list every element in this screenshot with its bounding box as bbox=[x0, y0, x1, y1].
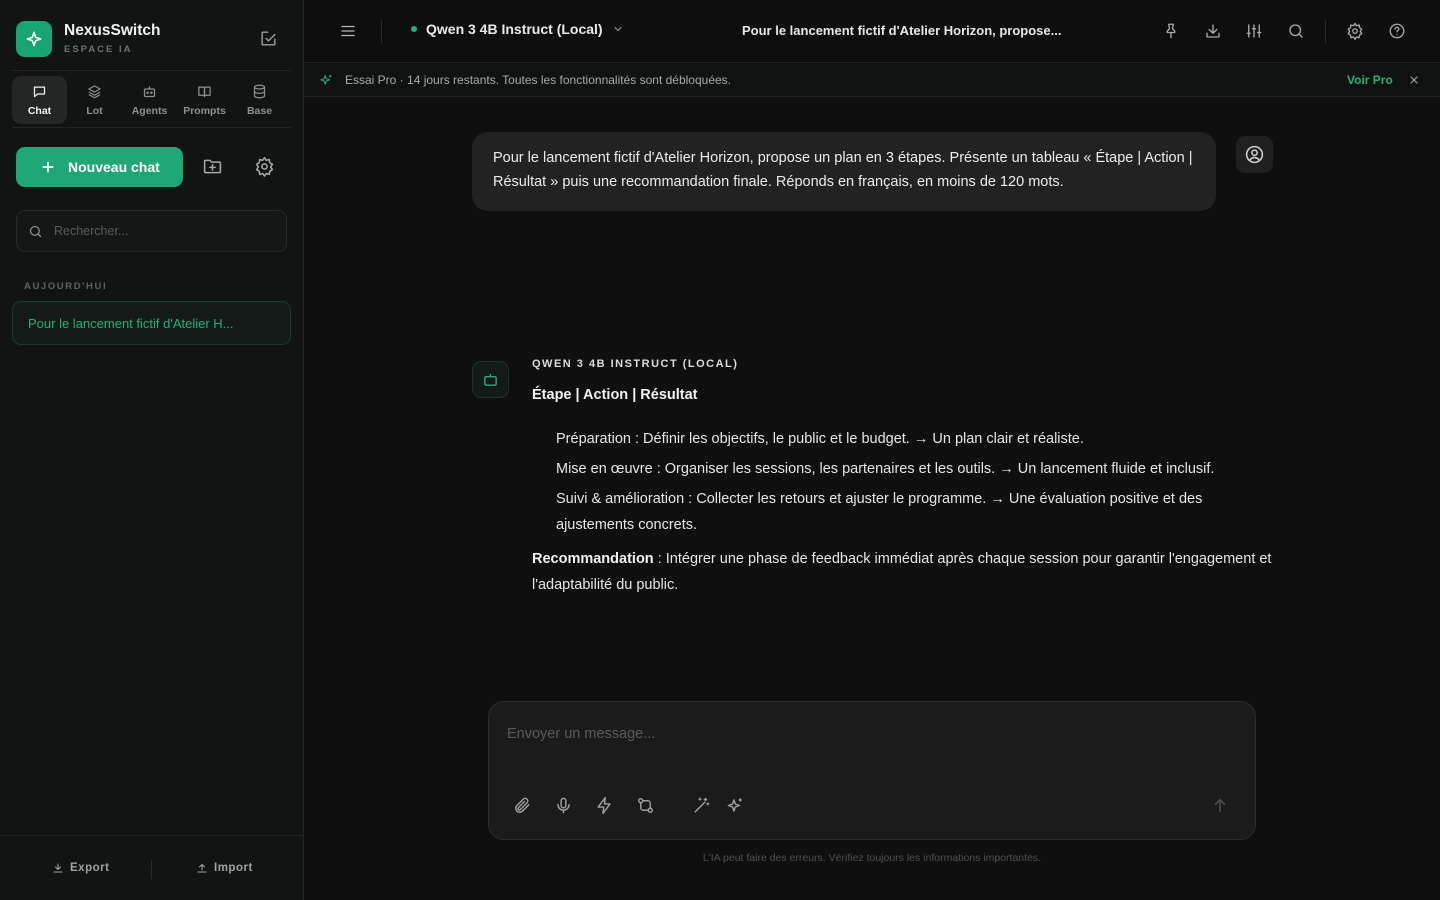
robot-icon bbox=[142, 84, 157, 99]
assistant-avatar bbox=[472, 361, 509, 398]
gear-icon[interactable] bbox=[254, 156, 275, 177]
pin-icon[interactable] bbox=[1162, 22, 1180, 40]
model-selector[interactable]: Qwen 3 4B Instruct (Local) bbox=[411, 21, 624, 37]
search-input[interactable] bbox=[54, 224, 274, 238]
book-icon bbox=[197, 84, 212, 99]
assistant-message: Étape | Action | Résultat Préparation : … bbox=[532, 384, 1277, 598]
import-label: Import bbox=[214, 862, 253, 874]
trial-banner: Essai Pro · 14 jours restants. Toutes le… bbox=[304, 64, 1440, 97]
top-bar: Qwen 3 4B Instruct (Local) Pour le lance… bbox=[304, 0, 1440, 63]
new-conversation-icon[interactable] bbox=[259, 29, 278, 48]
sparkle-icon bbox=[25, 30, 43, 48]
chevron-down-icon bbox=[612, 23, 624, 35]
new-chat-button[interactable]: Nouveau chat bbox=[16, 147, 183, 187]
magic-wand-icon[interactable] bbox=[692, 796, 711, 815]
search-icon bbox=[28, 224, 43, 239]
model-status-dot bbox=[411, 26, 417, 32]
chat-bubble-icon bbox=[32, 84, 47, 99]
new-folder-icon[interactable] bbox=[202, 156, 223, 177]
sparkles-icon[interactable] bbox=[726, 796, 745, 815]
conversation-item[interactable]: Pour le lancement fictif d'Atelier H... bbox=[12, 301, 291, 345]
user-avatar bbox=[1236, 136, 1273, 173]
user-circle-icon bbox=[1244, 144, 1265, 165]
sparkles-icon bbox=[319, 73, 334, 88]
divider bbox=[1325, 19, 1326, 44]
message-input[interactable] bbox=[507, 726, 1227, 756]
gear-icon[interactable] bbox=[1346, 22, 1364, 40]
list-item: Suivi & amélioration : Collecter les ret… bbox=[556, 491, 1203, 533]
upload-icon bbox=[196, 862, 208, 874]
plus-icon bbox=[40, 159, 56, 175]
nav-tabs: Chat Lot Agents Prompts Base bbox=[12, 70, 291, 128]
conversation-title: Pour le lancement fictif d'Atelier Horiz… bbox=[742, 23, 1062, 38]
tab-chat[interactable]: Chat bbox=[12, 76, 67, 124]
disclaimer: L'IA peut faire des erreurs. Vérifiez to… bbox=[702, 852, 1042, 864]
robot-icon bbox=[482, 371, 499, 388]
divider bbox=[381, 19, 382, 44]
brand-subtitle: ESPACE IA bbox=[64, 44, 133, 55]
git-compare-icon[interactable] bbox=[636, 796, 655, 815]
paperclip-icon[interactable] bbox=[513, 796, 532, 815]
list-item: Mise en œuvre : Organiser les sessions, … bbox=[556, 461, 1215, 477]
send-icon[interactable] bbox=[1211, 796, 1229, 814]
help-icon[interactable] bbox=[1388, 22, 1406, 40]
sliders-icon[interactable] bbox=[1245, 22, 1263, 40]
response-heading: Étape | Action | Résultat bbox=[532, 387, 698, 403]
tab-label: Base bbox=[246, 104, 273, 117]
brand: NexusSwitch ESPACE IA bbox=[16, 21, 286, 57]
see-pro-link[interactable]: Voir Pro bbox=[1347, 73, 1393, 87]
list-item: Préparation : Définir les objectifs, le … bbox=[556, 431, 1084, 447]
footer-divider bbox=[151, 860, 152, 879]
recommendation: Recommandation : Intégrer une phase de f… bbox=[532, 546, 1277, 598]
layers-icon bbox=[87, 84, 102, 99]
new-chat-label: Nouveau chat bbox=[68, 159, 160, 175]
microphone-icon[interactable] bbox=[554, 796, 573, 815]
sidebar-footer: Export Import bbox=[0, 835, 303, 900]
tab-label: Prompts bbox=[183, 104, 226, 117]
tab-lot[interactable]: Lot bbox=[67, 76, 122, 124]
message-composer bbox=[488, 701, 1256, 840]
user-message: Pour le lancement fictif d'Atelier Horiz… bbox=[472, 132, 1216, 211]
steps-list: Préparation : Définir les objectifs, le … bbox=[532, 426, 1277, 538]
tab-label: Lot bbox=[86, 104, 103, 117]
download-icon[interactable] bbox=[1204, 22, 1222, 40]
export-button[interactable]: Export bbox=[52, 862, 109, 874]
recommendation-label: Recommandation bbox=[532, 551, 654, 567]
banner-text: Essai Pro · 14 jours restants. Toutes le… bbox=[345, 73, 731, 87]
tab-label: Chat bbox=[27, 104, 52, 117]
sidebar: NexusSwitch ESPACE IA Chat Lot Agents Pr… bbox=[0, 0, 304, 900]
tab-base[interactable]: Base bbox=[232, 76, 287, 124]
export-label: Export bbox=[70, 862, 110, 874]
search-icon[interactable] bbox=[1287, 22, 1305, 40]
menu-icon[interactable] bbox=[339, 22, 357, 40]
download-icon bbox=[52, 862, 64, 874]
close-icon[interactable] bbox=[1408, 74, 1420, 86]
import-button[interactable]: Import bbox=[196, 862, 253, 874]
section-today-label: AUJOURD'HUI bbox=[24, 281, 108, 292]
tab-prompts[interactable]: Prompts bbox=[177, 76, 232, 124]
tab-label: Agents bbox=[131, 104, 168, 117]
assistant-name: QWEN 3 4B INSTRUCT (LOCAL) bbox=[532, 358, 739, 370]
lightning-icon[interactable] bbox=[595, 796, 614, 815]
tab-agents[interactable]: Agents bbox=[122, 76, 177, 124]
brand-logo bbox=[16, 21, 52, 57]
brand-name: NexusSwitch bbox=[64, 22, 161, 39]
search-box bbox=[16, 210, 287, 252]
model-name: Qwen 3 4B Instruct (Local) bbox=[426, 21, 603, 37]
database-icon bbox=[252, 84, 267, 99]
